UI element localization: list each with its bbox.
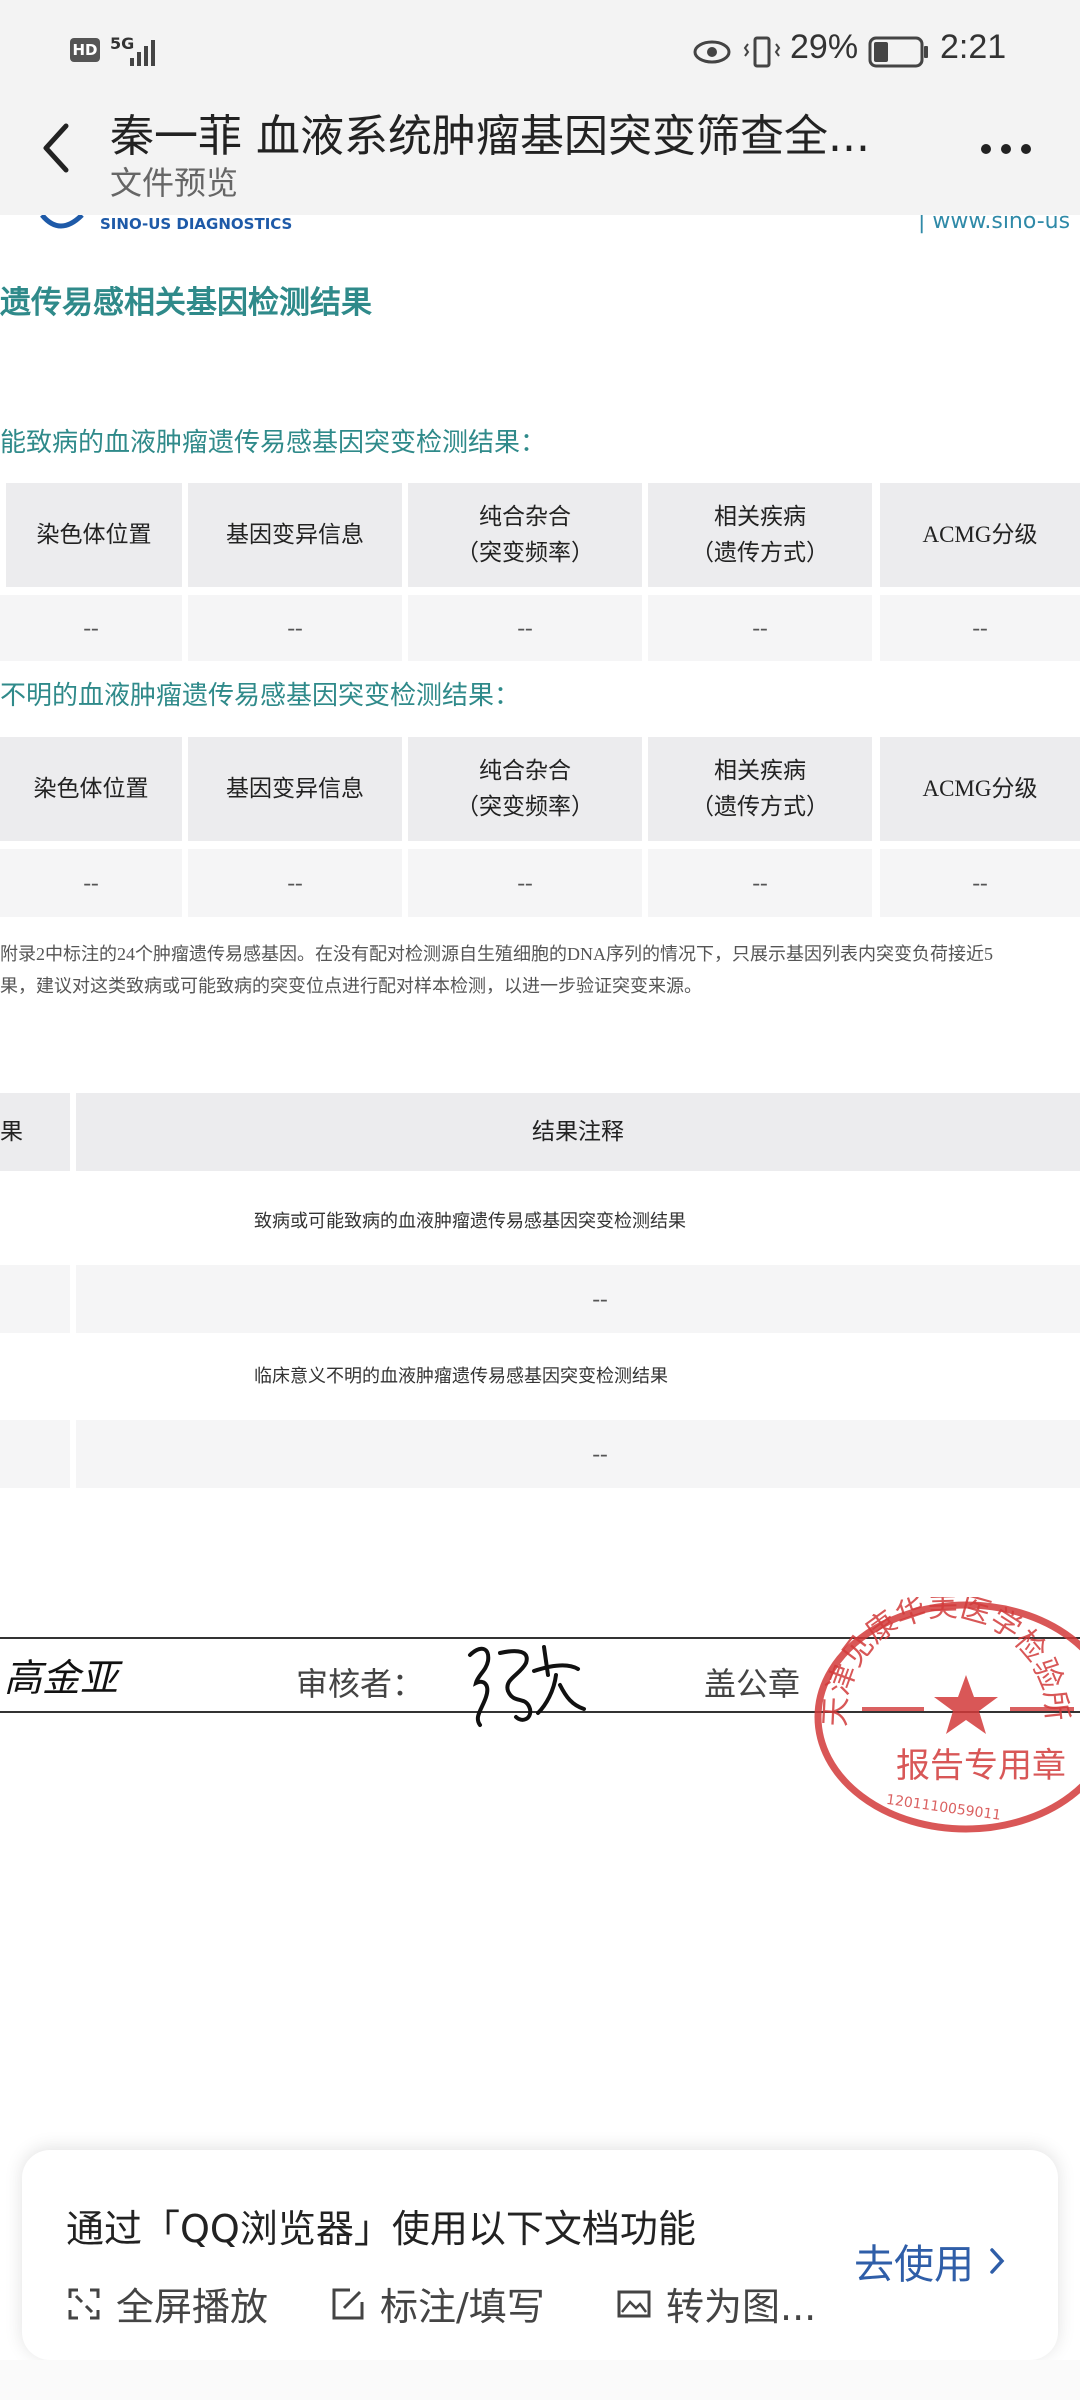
table1-header: 染色体位置 <box>6 483 182 587</box>
edit-annotate-icon <box>332 2288 364 2319</box>
page-subtitle: 文件预览 <box>110 164 239 202</box>
feature-annotate[interactable]: 标注/填写 <box>330 2276 545 2331</box>
chevron-right-icon <box>990 2248 1005 2274</box>
status-bar: HD 5G 29% 2:21 <box>0 0 1080 100</box>
table2-cell: -- <box>880 849 1080 917</box>
table2-cell: -- <box>188 849 402 917</box>
table1-cell: -- <box>880 595 1080 661</box>
table2-caption: 不明的血液肿瘤遗传易感基因突变检测结果： <box>0 681 521 711</box>
note-line-2: 果，建议对这类致病或可能致病的突变位点进行配对样本检测，以进一步验证突变来源。 <box>0 976 702 996</box>
more-options-icon[interactable] <box>978 138 1034 160</box>
qq-browser-promo-sheet[interactable]: 通过「QQ浏览器」使用以下文档功能 全屏播放 标注/填写 转为图... 去使用 <box>22 2150 1058 2360</box>
signer-name: 高金亚 <box>4 1656 119 1700</box>
header-url: | www.sino-us <box>918 215 1071 234</box>
table2-cell: -- <box>648 849 872 917</box>
official-seal-image: 天津见康华美医学检验所 报告专用章 1201110059011 <box>814 1597 1080 1833</box>
table2-header: ACMG分级 <box>880 737 1080 841</box>
table1-header: ACMG分级 <box>880 483 1080 587</box>
table1-cell: -- <box>188 595 402 661</box>
summary-header-left: 果 <box>0 1093 70 1171</box>
table1-cell: -- <box>648 595 872 661</box>
feature-label: 转为图... <box>666 2285 817 2329</box>
summary-row1-left <box>0 1265 70 1333</box>
summary-header-right: 结果注释 <box>76 1093 1080 1171</box>
note-line-1: 附录2中标注的24个肿瘤遗传易感基因。在没有配对检测源自生殖细胞的DNA序列的情… <box>0 944 993 964</box>
page-title: 秦一菲 血液系统肿瘤基因突变筛查全... <box>110 111 870 162</box>
table1-header: 基因变异信息 <box>188 483 402 587</box>
section-title: 遗传易感相关基因检测结果 <box>0 285 372 321</box>
promo-title: 通过「QQ浏览器」使用以下文档功能 <box>66 2207 696 2251</box>
summary-row1-value: -- <box>76 1265 1080 1333</box>
navigation-area <box>0 2360 1080 2400</box>
vibrate-icon <box>743 36 781 68</box>
go-use-button[interactable]: 去使用 <box>854 2232 1012 2290</box>
reviewer-signature-image <box>468 1645 586 1727</box>
feature-convert-image[interactable]: 转为图... <box>616 2276 816 2331</box>
battery-percent: 29% <box>790 28 859 66</box>
table1-caption: 能致病的血液肿瘤遗传易感基因突变检测结果： <box>0 428 547 458</box>
feature-label: 全屏播放 <box>116 2285 269 2329</box>
hd-badge: HD <box>70 38 100 62</box>
document-preview[interactable]: SINO-US DIAGNOSTICS | www.sino-us 遗传易感相关… <box>0 215 1080 2145</box>
seal-label: 盖公章 <box>704 1665 801 1703</box>
reviewer-label: 审核者： <box>296 1665 425 1703</box>
signal-icon <box>130 40 155 66</box>
table2-header: 相关疾病 （遗传方式） <box>648 737 872 841</box>
summary-row2-value: -- <box>76 1420 1080 1488</box>
table1-cell: -- <box>0 595 182 661</box>
summary-row2-label: 临床意义不明的血液肿瘤遗传易感基因突变检测结果 <box>254 1366 668 1386</box>
table2-cell: -- <box>0 849 182 917</box>
company-logo-icon <box>40 215 84 229</box>
logo-text: SINO-US DIAGNOSTICS <box>100 215 293 233</box>
back-arrow-icon[interactable] <box>34 118 84 178</box>
clock: 2:21 <box>940 28 1007 66</box>
table2-header: 纯合杂合 （突变频率） <box>408 737 642 841</box>
table1-cell: -- <box>408 595 642 661</box>
summary-row2-left <box>0 1420 70 1488</box>
table2-header: 基因变异信息 <box>188 737 402 841</box>
feature-label: 标注/填写 <box>380 2285 545 2329</box>
table1-header: 纯合杂合 （突变频率） <box>408 483 642 587</box>
fullscreen-icon <box>68 2288 100 2319</box>
go-use-label: 去使用 <box>854 2242 974 2288</box>
table1-header: 相关疾病 （遗传方式） <box>648 483 872 587</box>
table2-cell: -- <box>408 849 642 917</box>
svg-text:报告专用章: 报告专用章 <box>896 1746 1066 1786</box>
summary-row1-label: 致病或可能致病的血液肿瘤遗传易感基因突变检测结果 <box>254 1211 686 1231</box>
feature-fullscreen[interactable]: 全屏播放 <box>66 2276 268 2331</box>
battery-icon <box>868 36 928 68</box>
image-convert-icon <box>617 2290 651 2317</box>
eye-icon <box>693 40 731 64</box>
table2-header: 染色体位置 <box>0 737 182 841</box>
